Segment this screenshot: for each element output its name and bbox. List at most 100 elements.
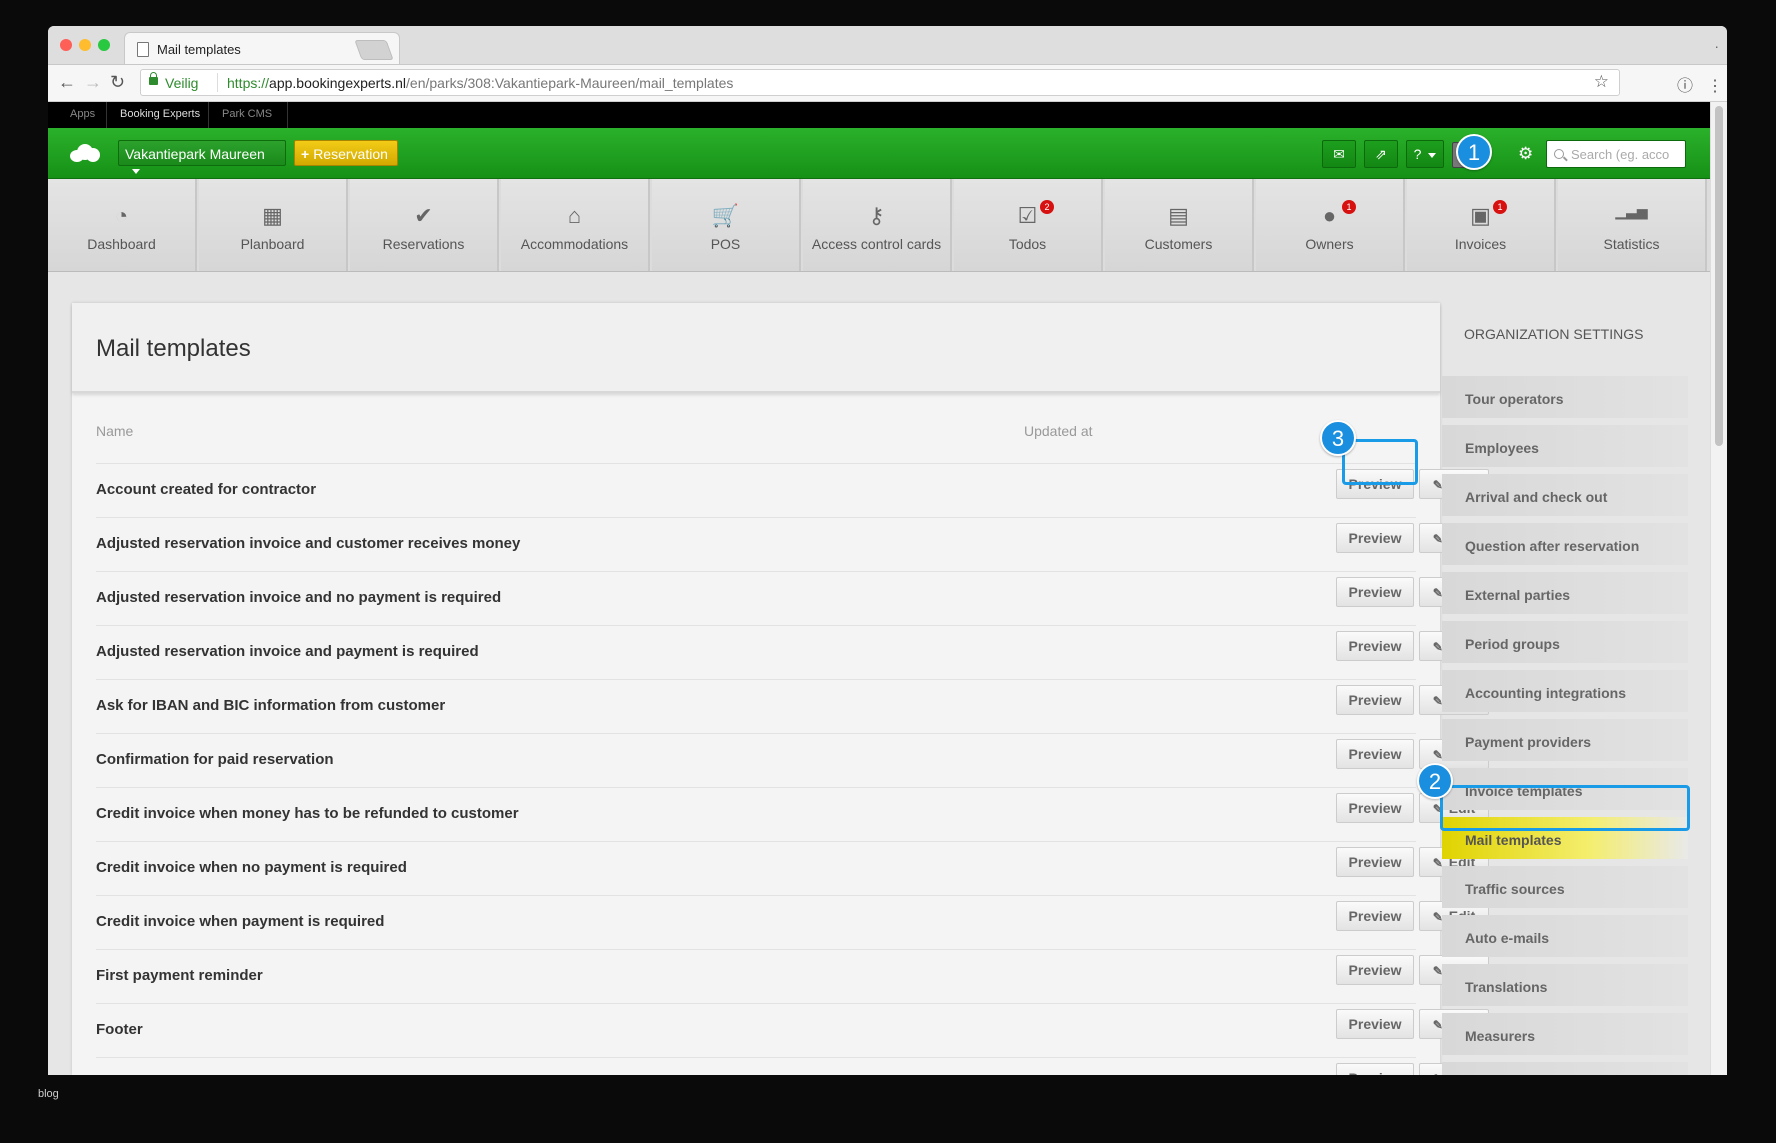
- chevron-down-icon: [132, 168, 140, 174]
- address-bar: ← → ↻ Veilig https://app.bookingexperts.…: [48, 65, 1727, 102]
- table-row: Credit invoice when no payment is requir…: [96, 841, 1489, 896]
- nav-tile-label: Access control cards: [811, 236, 942, 252]
- url-field[interactable]: Veilig https://app.bookingexperts.nl/en/…: [140, 69, 1620, 96]
- table-row: Confirmation for paid reservation Preview…: [96, 733, 1489, 788]
- sidebar-item-measurers[interactable]: Measurers: [1442, 1013, 1688, 1055]
- url-host: app.bookingexperts.nl: [269, 75, 407, 91]
- table-row: FooterPreview✎Edit: [96, 1003, 1489, 1058]
- window-menu-icon[interactable]: ·: [1714, 38, 1719, 54]
- mail-templates-panel: Mail templates Name Updated at Account c…: [72, 303, 1489, 1075]
- back-icon[interactable]: ←: [58, 72, 76, 93]
- template-name: Confirmation for paid reservation: [96, 751, 334, 768]
- sidebar-item-accounting-integrations[interactable]: Accounting integrations: [1442, 670, 1688, 712]
- nav-tile-label: Invoices: [1454, 236, 1507, 252]
- search-placeholder: Search (eg. acco: [1571, 147, 1670, 162]
- help-button[interactable]: ?: [1406, 140, 1444, 168]
- mail-button[interactable]: ✉: [1322, 140, 1356, 168]
- preview-button[interactable]: Preview: [1336, 577, 1414, 607]
- nav-tile-planboard[interactable]: ▦ Planboard: [199, 179, 348, 271]
- check-icon: ✔: [414, 203, 433, 228]
- external-link-button[interactable]: ⇗: [1364, 140, 1398, 168]
- nav-tile-todos[interactable]: ☑ Todos 2: [954, 179, 1103, 271]
- reload-icon[interactable]: ↻: [110, 72, 125, 93]
- preview-button[interactable]: Preview: [1336, 739, 1414, 769]
- sidebar-item-traffic-sources[interactable]: Traffic sources: [1442, 866, 1688, 908]
- todo-icon: ☑: [1017, 203, 1038, 228]
- sidebar-item-external-parties[interactable]: External parties: [1442, 572, 1688, 614]
- secure-label: Veilig: [165, 75, 199, 91]
- close-window-button[interactable]: [60, 39, 72, 51]
- preview-button[interactable]: Preview: [1336, 901, 1414, 931]
- table-row: Credit invoice when money has to be refu…: [96, 787, 1489, 842]
- sidebar-heading: ORGANIZATION SETTINGS: [1464, 326, 1644, 342]
- preview-button[interactable]: Preview: [1336, 523, 1414, 553]
- user-icon: ●: [1322, 203, 1337, 228]
- forward-icon[interactable]: →: [84, 72, 102, 93]
- sidebar-item-translations[interactable]: Translations: [1442, 964, 1688, 1006]
- search-input[interactable]: Search (eg. acco: [1546, 140, 1686, 168]
- sidebar-item-tour-operators[interactable]: Tour operators: [1442, 376, 1688, 418]
- table-row: Ask for IBAN and BIC information from cu…: [96, 679, 1489, 734]
- page-scrollbar[interactable]: [1710, 102, 1727, 1075]
- notification-badge: 1: [1342, 200, 1356, 214]
- notification-badge: 1: [1493, 200, 1507, 214]
- template-name: Adjusted reservation invoice and payment…: [96, 643, 479, 660]
- chevron-down-icon: [1428, 152, 1437, 158]
- cloud-logo-icon[interactable]: [70, 142, 100, 162]
- column-header-updated-at[interactable]: Updated at: [1024, 423, 1093, 439]
- url-text: https://app.bookingexperts.nl/en/parks/3…: [227, 75, 733, 91]
- reservation-button-label: Reservation: [313, 146, 388, 162]
- chart-icon: ▁▃▅: [1615, 203, 1648, 219]
- nav-tile-reservations[interactable]: ✔ Reservations: [350, 179, 499, 271]
- sidebar-item-arrival-and-check-out[interactable]: Arrival and check out: [1442, 474, 1688, 516]
- preview-button[interactable]: Preview: [1336, 793, 1414, 823]
- nav-tile-customers[interactable]: ▤ Customers: [1105, 179, 1254, 271]
- nav-tile-label: Reservations: [382, 236, 465, 252]
- notification-badge: 2: [1040, 200, 1054, 214]
- sidebar-item-question-after-reservation[interactable]: Question after reservation: [1442, 523, 1688, 565]
- screen-frame: Mail templates × · ← → ↻ Veilig https://…: [0, 0, 1776, 1143]
- preview-button[interactable]: Preview: [1336, 847, 1414, 877]
- park-select[interactable]: Vakantiepark Maureen: [118, 140, 286, 174]
- nav-tile-owners[interactable]: ● Owners 1: [1256, 179, 1405, 271]
- sidebar-item-auto-e-mails[interactable]: Auto e-mails: [1442, 915, 1688, 957]
- maximize-window-button[interactable]: [98, 39, 110, 51]
- external-link-icon: ⇗: [1375, 146, 1387, 162]
- column-header-name[interactable]: Name: [96, 423, 133, 439]
- template-name: Adjusted reservation invoice and no paym…: [96, 589, 502, 606]
- template-name: Adjusted reservation invoice and custome…: [96, 535, 521, 552]
- sidebar-item-period-groups[interactable]: Period groups: [1442, 621, 1688, 663]
- panel-header: Mail templates: [72, 303, 1440, 393]
- reservation-button[interactable]: + Reservation: [294, 140, 398, 166]
- apps-link[interactable]: Apps: [70, 108, 95, 120]
- nav-tile-access-control-cards[interactable]: ⚷ Access control cards: [803, 179, 952, 271]
- table-row: Credit invoice when payment is required P…: [96, 895, 1489, 950]
- nav-tile-statistics[interactable]: ▁▃▅ Statistics: [1558, 179, 1707, 271]
- more-menu-icon[interactable]: ⋮: [1707, 78, 1723, 95]
- minimize-window-button[interactable]: [79, 39, 91, 51]
- template-name: First payment reminder: [96, 967, 263, 984]
- nav-tile-invoices[interactable]: ▣ Invoices 1: [1407, 179, 1556, 271]
- new-tab-button[interactable]: [354, 40, 394, 60]
- template-name: Credit invoice when money has to be refu…: [96, 805, 519, 822]
- preview-button[interactable]: Preview: [1336, 685, 1414, 715]
- nav-tile-accommodations[interactable]: ⌂ Accommodations: [501, 179, 650, 271]
- preview-button[interactable]: Preview: [1336, 955, 1414, 985]
- page-title: Mail templates: [96, 335, 251, 362]
- nav-tile-pos[interactable]: 🛒 POS: [652, 179, 801, 271]
- preview-button[interactable]: Preview: [1336, 1009, 1414, 1039]
- info-icon[interactable]: ⓘ: [1677, 78, 1693, 95]
- table-row: Adjusted reservation invoice and no paym…: [96, 571, 1489, 626]
- sidebar-item-employees[interactable]: Employees: [1442, 425, 1688, 467]
- gear-icon[interactable]: ⚙: [1518, 144, 1533, 164]
- booking-experts-link[interactable]: Booking Experts: [120, 108, 200, 120]
- nav-tile-dashboard[interactable]: ◔ Dashboard: [48, 179, 197, 271]
- sidebar-item-payment-providers[interactable]: Payment providers: [1442, 719, 1688, 761]
- footer-text: blog: [38, 1088, 59, 1100]
- sidebar-item-exchange-rates[interactable]: Exchange rates: [1442, 1062, 1688, 1075]
- park-cms-link[interactable]: Park CMS: [222, 108, 272, 120]
- preview-button[interactable]: Preview: [1336, 631, 1414, 661]
- scrollbar-thumb[interactable]: [1715, 106, 1723, 446]
- preview-button[interactable]: Preview: [1336, 1063, 1414, 1075]
- bookmark-star-icon[interactable]: ☆: [1594, 72, 1609, 92]
